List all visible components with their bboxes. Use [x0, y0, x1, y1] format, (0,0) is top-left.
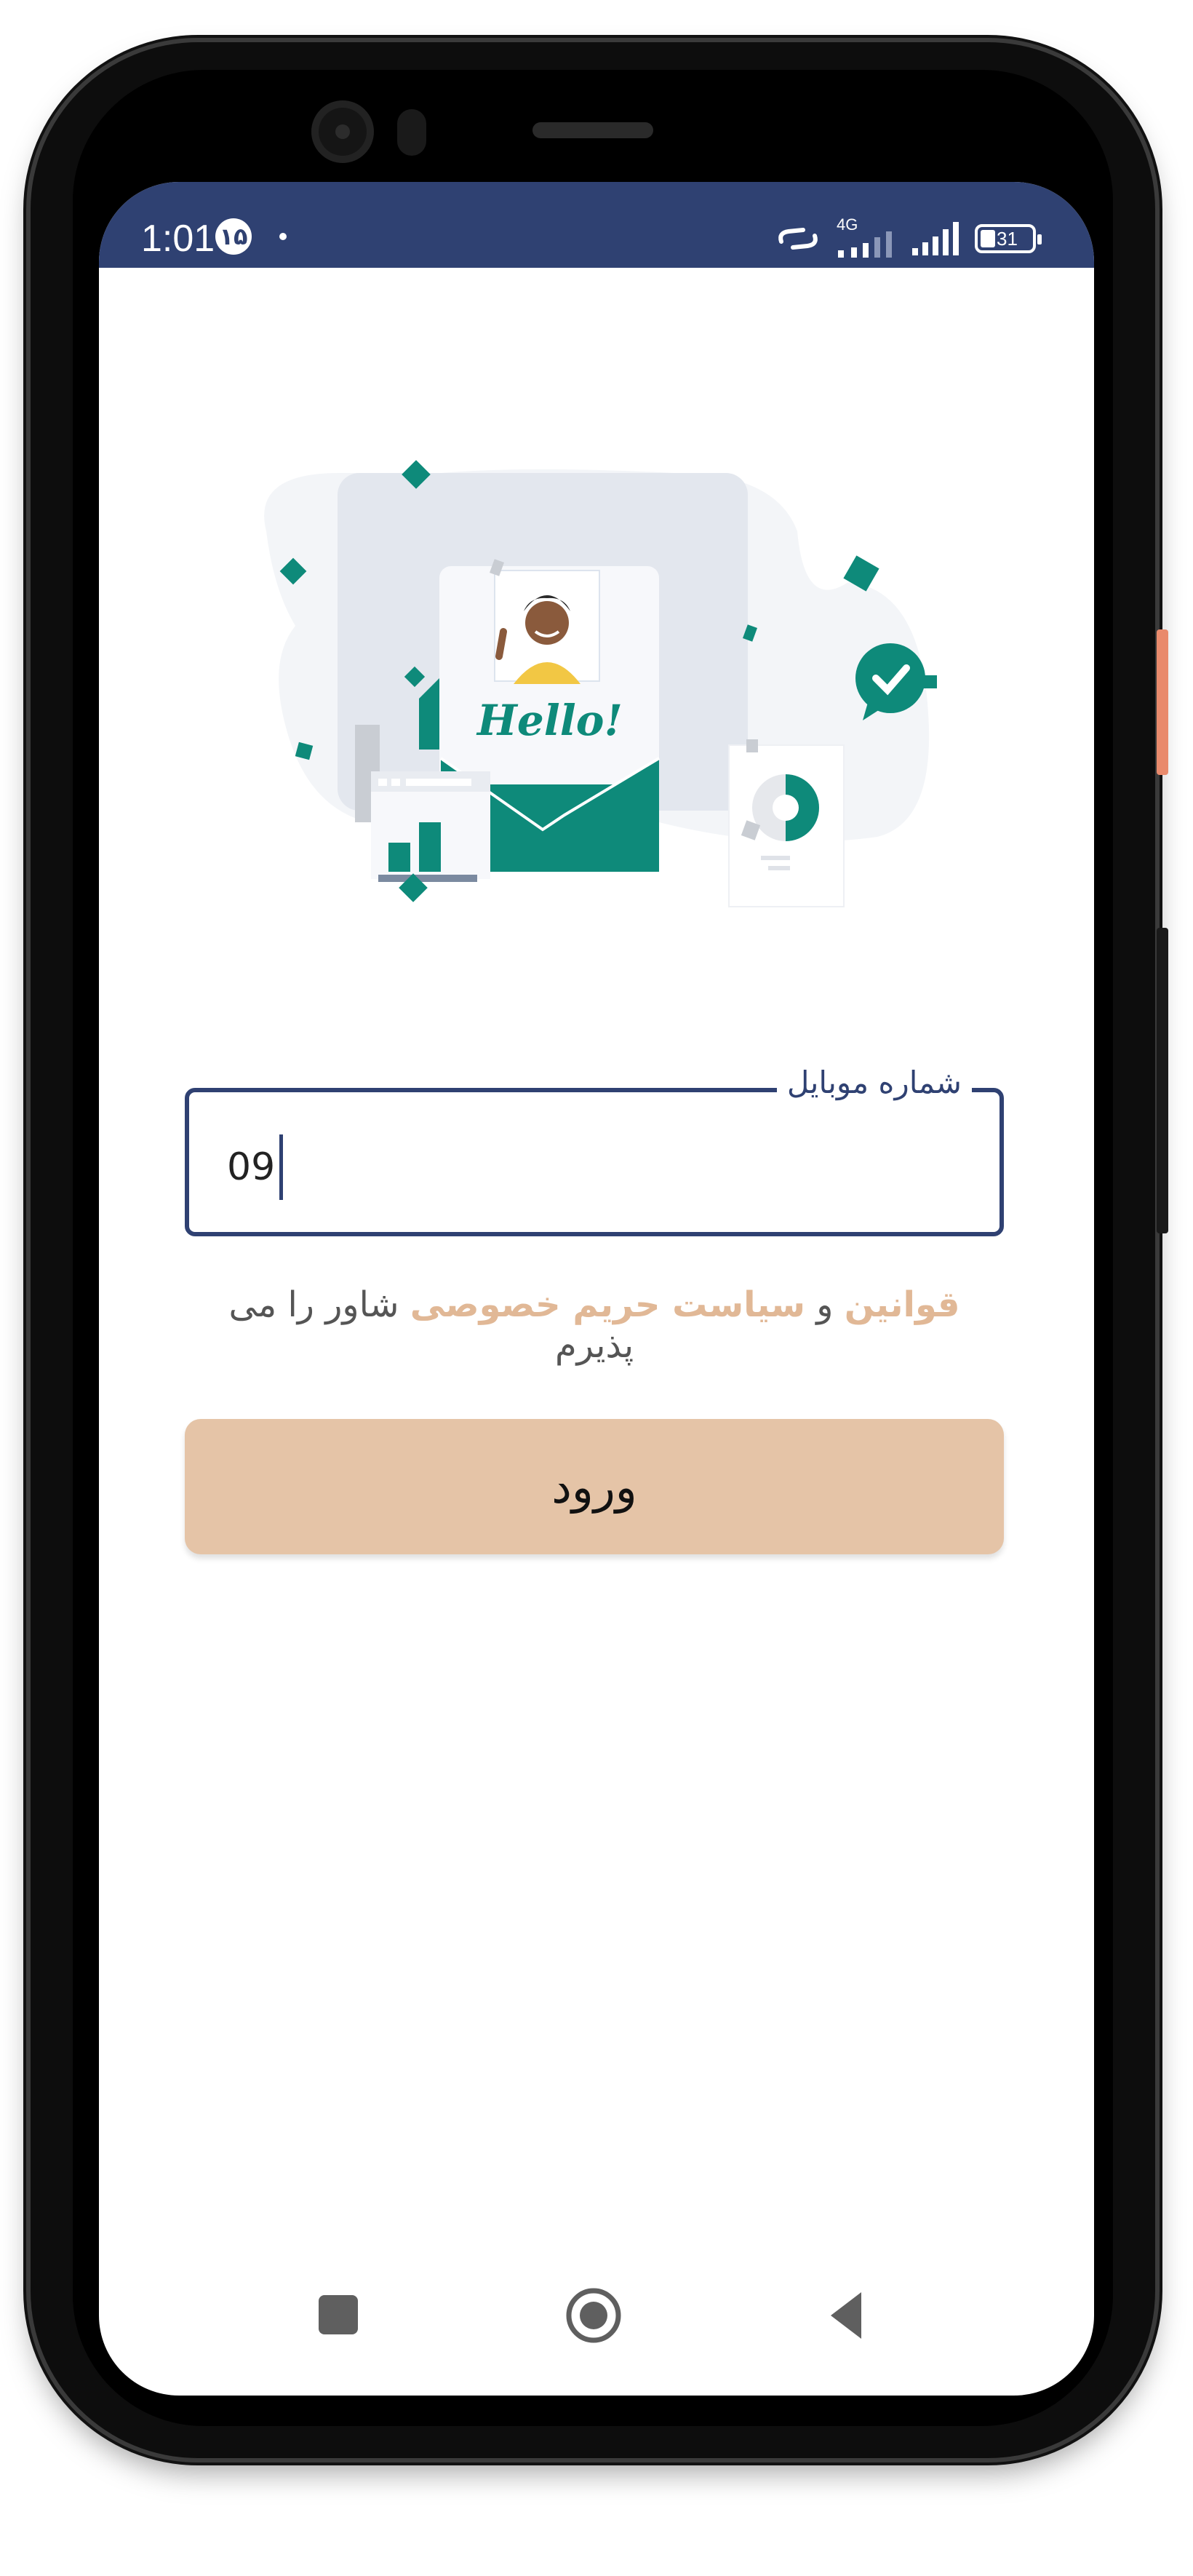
home-circle-icon[interactable]: [566, 2288, 621, 2343]
earpiece-speaker: [532, 122, 653, 138]
mobile-number-label: شماره موبایل: [776, 1065, 972, 1100]
status-time: 1:01: [141, 218, 215, 260]
privacy-policy-link[interactable]: سیاست حریم خصوصی: [410, 1284, 805, 1325]
notification-badge: ۱۵: [215, 218, 252, 255]
login-button[interactable]: ورود: [185, 1419, 1004, 1554]
status-bar: 1:01 ۱۵ 4G 31: [99, 182, 1094, 268]
rules-link[interactable]: قوانین: [845, 1284, 960, 1325]
battery-level: 31: [997, 228, 1018, 250]
network-4g-icon: 4G: [837, 215, 895, 259]
volume-button: [1157, 928, 1168, 1233]
notification-dot-icon: [279, 233, 287, 240]
hello-text: Hello!: [476, 696, 623, 745]
battery-icon: 31: [975, 224, 1042, 253]
navigation-bar: [319, 2288, 861, 2343]
back-triangle-icon[interactable]: [831, 2292, 861, 2339]
recents-square-icon[interactable]: [319, 2295, 358, 2334]
link-icon: [778, 228, 818, 250]
signal-icon: [912, 222, 959, 255]
power-button: [1157, 629, 1168, 775]
mobile-number-field[interactable]: شماره موبایل 09: [185, 1065, 1004, 1236]
app-screen: 1:01 ۱۵ 4G 31 Hello! شماره موبایل 09 قوا…: [99, 182, 1094, 2396]
mobile-number-input[interactable]: 09: [227, 1134, 284, 1200]
status-icons: 4G 31: [775, 215, 1042, 259]
hello-envelope-illustration: Hello!: [264, 460, 937, 907]
text-cursor: [279, 1134, 284, 1200]
terms-acceptance-text: قوانین و سیاست حریم خصوصی شاور را می پذی…: [185, 1284, 1004, 1366]
terms-connector: و: [816, 1284, 834, 1325]
proximity-sensor: [397, 109, 426, 156]
mobile-number-value: 09: [227, 1145, 276, 1189]
front-camera-icon: [311, 100, 374, 163]
